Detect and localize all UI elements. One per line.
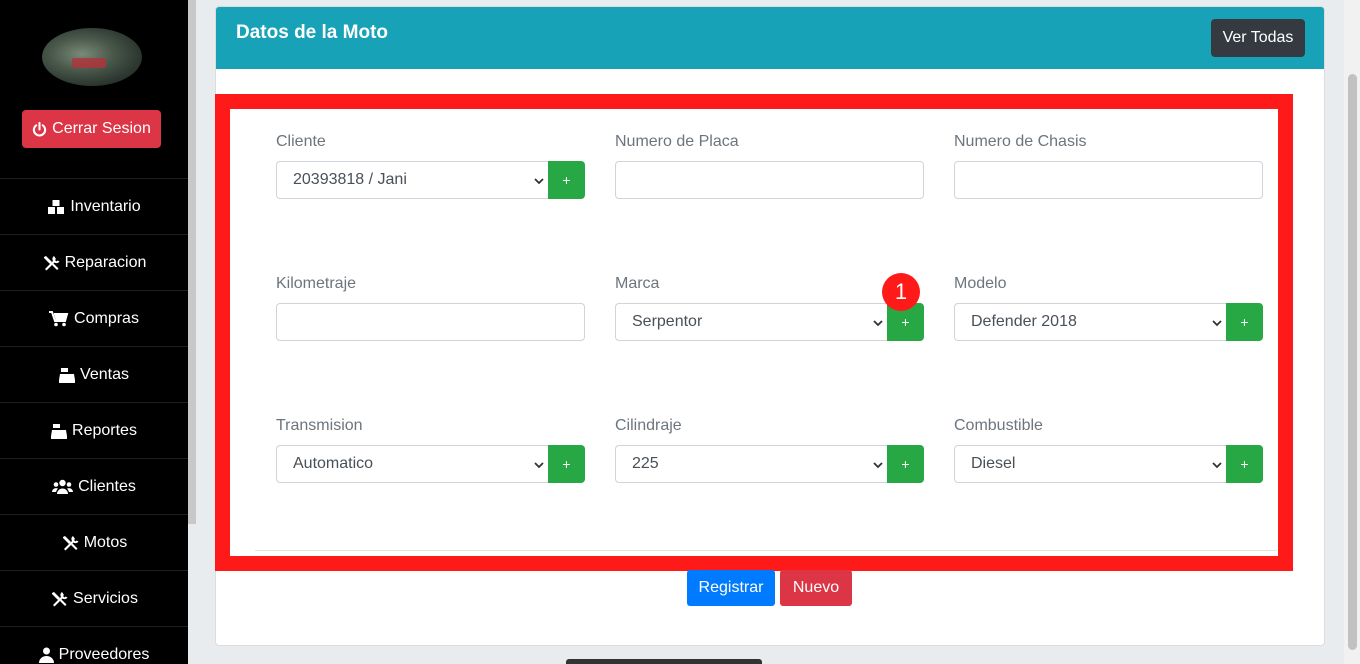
cliente-value: 20393818 / Jani (293, 171, 407, 188)
annotation-badge: 1 (882, 273, 920, 311)
boxes-icon (48, 199, 65, 214)
sidebar-item-label: Compras (74, 309, 139, 327)
sidebar-item-ventas[interactable]: Ventas (0, 346, 188, 402)
sidebar-nav: Inventario Reparacion Compras Ventas Rep… (0, 178, 188, 664)
sidebar-item-proveedores[interactable]: Proveedores (0, 626, 188, 664)
sidebar: Cerrar Sesion Inventario Reparacion Comp… (0, 0, 188, 664)
avatar (42, 28, 142, 86)
sidebar-item-label: Motos (83, 533, 128, 551)
chevron-down-icon (873, 462, 883, 469)
modelo-label: Modelo (954, 275, 1007, 292)
placa-input[interactable] (615, 161, 924, 199)
logout-button[interactable]: Cerrar Sesion (22, 110, 161, 148)
sidebar-item-label: Reportes (72, 421, 137, 439)
cash-register-icon (51, 423, 68, 439)
logout-label: Cerrar Sesion (52, 120, 151, 137)
combustible-label: Combustible (954, 417, 1043, 434)
tools-icon (43, 255, 60, 270)
sidebar-item-label: Inventario (70, 197, 141, 215)
sidebar-item-label: Clientes (78, 477, 136, 495)
sidebar-item-reparacion[interactable]: Reparacion (0, 234, 188, 290)
sidebar-item-reportes[interactable]: Reportes (0, 402, 188, 458)
cilindraje-value: 225 (632, 455, 659, 472)
chevron-down-icon (534, 178, 544, 185)
chasis-label: Numero de Chasis (954, 133, 1087, 150)
sidebar-item-inventario[interactable]: Inventario (0, 178, 188, 234)
user-icon (38, 647, 54, 663)
chevron-down-icon (1212, 462, 1222, 469)
cliente-select[interactable]: 20393818 / Jani (276, 161, 548, 199)
transmision-select[interactable]: Automatico (276, 445, 548, 483)
add-transmision-button[interactable]: + (548, 445, 585, 483)
tools-icon (62, 535, 79, 550)
cilindraje-select[interactable]: 225 (615, 445, 887, 483)
sidebar-item-label: Reparacion (64, 253, 147, 271)
sidebar-scrollbar[interactable] (188, 0, 196, 524)
transmision-label: Transmision (276, 417, 363, 434)
modelo-value: Defender 2018 (971, 313, 1077, 330)
power-icon (33, 121, 47, 136)
page-title: Datos de la Moto (236, 22, 389, 43)
cash-register-icon (59, 367, 76, 383)
sidebar-item-servicios[interactable]: Servicios (0, 570, 188, 626)
kilometraje-label: Kilometraje (276, 275, 357, 292)
chevron-down-icon (534, 462, 544, 469)
cliente-label: Cliente (276, 133, 326, 150)
marca-label: Marca (615, 275, 660, 292)
cart-icon (49, 310, 69, 326)
view-all-button[interactable]: Ver Todas (1211, 19, 1305, 57)
chevron-down-icon (873, 320, 883, 327)
combustible-select[interactable]: Diesel (954, 445, 1226, 483)
sidebar-item-motos[interactable]: Motos (0, 514, 188, 570)
sidebar-item-compras[interactable]: Compras (0, 290, 188, 346)
bottom-overlay-bar (566, 659, 762, 664)
transmision-value: Automatico (293, 455, 374, 472)
marca-select[interactable]: Serpentor (615, 303, 887, 341)
page-scrollbar-thumb[interactable] (1348, 74, 1357, 650)
tools-icon (52, 591, 68, 606)
sidebar-item-label: Proveedores (58, 645, 150, 663)
chevron-down-icon (1212, 320, 1222, 327)
marca-value: Serpentor (632, 313, 703, 330)
add-cliente-button[interactable]: + (548, 161, 585, 199)
card-header: Datos de la Moto Ver Todas (216, 7, 1324, 69)
kilometraje-input[interactable] (276, 303, 585, 341)
sidebar-item-label: Ventas (80, 365, 129, 383)
sidebar-item-label: Servicios (73, 589, 138, 607)
add-combustible-button[interactable]: + (1226, 445, 1263, 483)
sidebar-item-clientes[interactable]: Clientes (0, 458, 188, 514)
add-cilindraje-button[interactable]: + (887, 445, 924, 483)
modelo-select[interactable]: Defender 2018 (954, 303, 1226, 341)
users-icon (52, 479, 74, 494)
cilindraje-label: Cilindraje (615, 417, 682, 434)
register-button[interactable]: Registrar (687, 570, 775, 606)
placa-label: Numero de Placa (615, 133, 739, 150)
combustible-value: Diesel (971, 455, 1016, 472)
chasis-input[interactable] (954, 161, 1263, 199)
add-modelo-button[interactable]: + (1226, 303, 1263, 341)
new-button[interactable]: Nuevo (780, 570, 852, 606)
